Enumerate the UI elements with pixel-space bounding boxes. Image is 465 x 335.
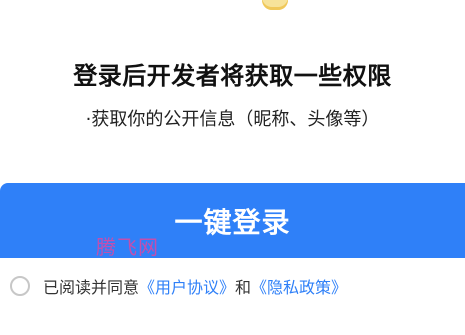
agreement-and: 和 (235, 278, 252, 297)
agreement-prefix: 已阅读并同意 (43, 278, 140, 297)
watermark-text: 腾飞网 (96, 235, 159, 259)
privacy-policy-link[interactable]: 《隐私政策》 (251, 274, 347, 298)
agreement-row: 已阅读并同意 《用户协议》 和 《隐私政策》 (10, 273, 347, 299)
app-logo (262, 0, 288, 10)
agreement-radio[interactable] (10, 276, 30, 296)
one-click-login-button[interactable]: 一键登录 (0, 183, 465, 258)
login-button-label: 一键登录 (174, 206, 291, 238)
permission-text: ·获取你的公开信息（昵称、头像等） (85, 109, 380, 130)
page-title: 登录后开发者将获取一些权限 (73, 62, 392, 90)
user-agreement-link[interactable]: 《用户协议》 (139, 274, 235, 298)
